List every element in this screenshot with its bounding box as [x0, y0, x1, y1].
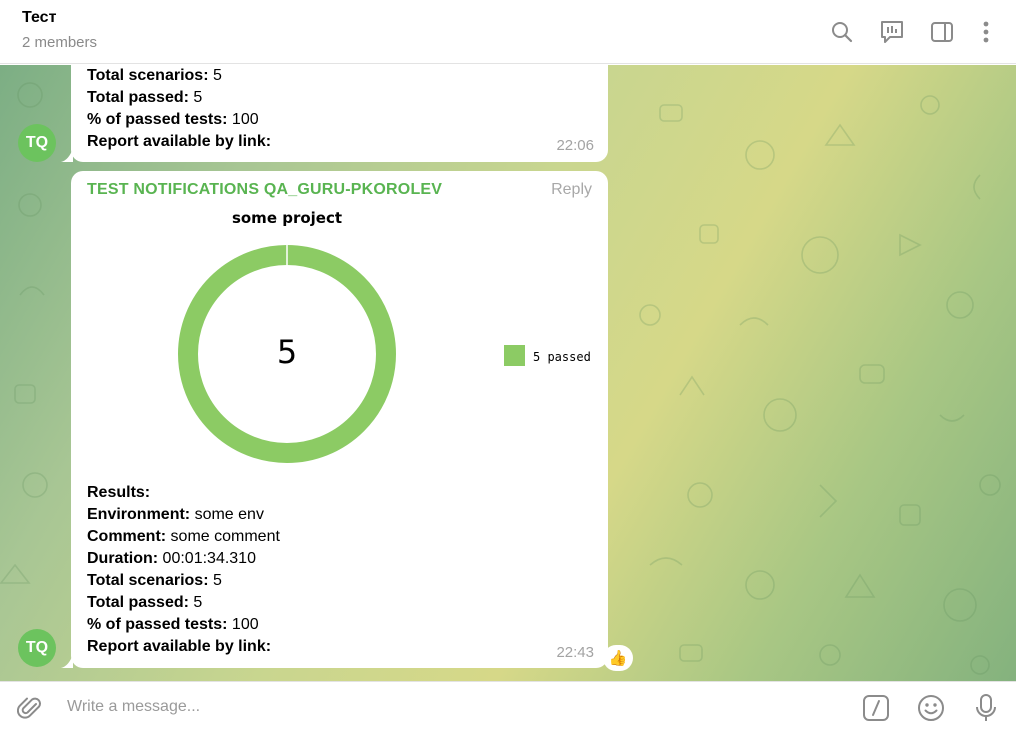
slash-commands-icon[interactable] [860, 692, 892, 724]
message-line: Environment: some env [87, 506, 264, 523]
message-text: Results: Environment: some env Comment: … [87, 482, 280, 658]
legend-swatch [504, 345, 525, 366]
reply-button[interactable]: Reply [551, 181, 592, 199]
chart-center-value: 5 [277, 333, 297, 371]
emoji-icon[interactable] [915, 692, 947, 724]
message-input[interactable]: Write a message... [67, 698, 200, 716]
stats-icon[interactable] [877, 17, 907, 47]
message-line: Report available by link: [87, 133, 272, 150]
message-line: Total passed: 5 [87, 89, 203, 106]
message-time: 22:43 [556, 644, 594, 661]
paperclip-icon[interactable] [14, 692, 46, 724]
thumbs-up-reaction[interactable]: 👍 [603, 645, 633, 671]
message-bubble[interactable]: TEST NOTIFICATIONS QA_GURU-PKOROLEV Repl… [71, 171, 608, 668]
bubble-tail [61, 148, 73, 162]
message-line: % of passed tests: 100 [87, 616, 259, 633]
message-bubble[interactable]: Total scenarios: 5 Total passed: 5 % of … [71, 65, 608, 162]
bubble-tail [61, 654, 73, 668]
message-line: Duration: 00:01:34.310 [87, 550, 256, 567]
search-icon[interactable] [827, 17, 857, 47]
more-vertical-icon[interactable] [971, 17, 1001, 47]
microphone-icon[interactable] [970, 692, 1002, 724]
sidebar-toggle-icon[interactable] [927, 17, 957, 47]
chat-header: Тест 2 members [0, 0, 1016, 64]
message-line: Total scenarios: 5 [87, 572, 222, 589]
donut-chart[interactable]: some project 5 5 passed [71, 201, 608, 471]
legend-label: 5 passed [533, 350, 591, 364]
message-line: Total passed: 5 [87, 594, 203, 611]
message-line: % of passed tests: 100 [87, 111, 259, 128]
message-text: Total scenarios: 5 Total passed: 5 % of … [87, 65, 271, 153]
chat-area: Total scenarios: 5 Total passed: 5 % of … [0, 65, 1016, 681]
message-line: Results: [87, 484, 151, 501]
message-line: Total scenarios: 5 [87, 67, 222, 84]
avatar[interactable]: TQ [18, 629, 56, 667]
chat-title[interactable]: Тест [22, 9, 56, 27]
avatar[interactable]: TQ [18, 124, 56, 162]
sender-name[interactable]: TEST NOTIFICATIONS QA_GURU-PKOROLEV [87, 181, 442, 199]
message-input-bar: Write a message... [0, 681, 1016, 732]
chat-member-count[interactable]: 2 members [22, 34, 97, 51]
chart-title: some project [232, 209, 342, 227]
message-line: Report available by link: [87, 638, 272, 655]
message-time: 22:06 [556, 137, 594, 154]
message-line: Comment: some comment [87, 528, 280, 545]
